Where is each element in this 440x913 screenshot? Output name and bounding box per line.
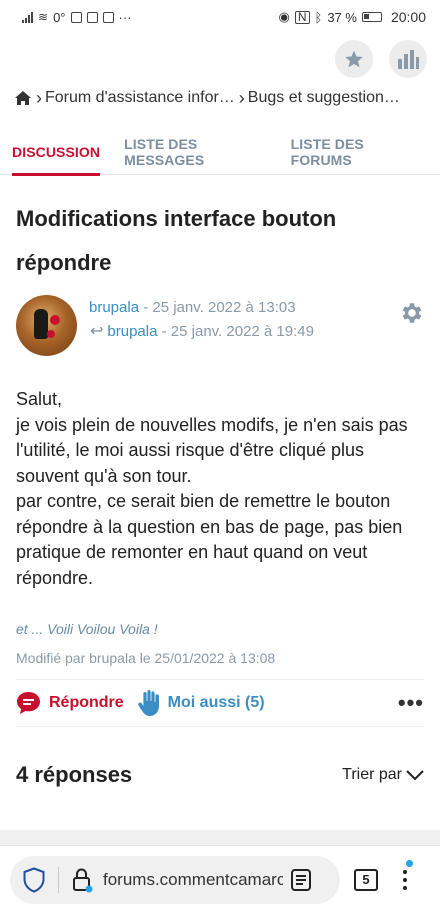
reply-arrow-icon: ↩ [90, 323, 104, 340]
battery-icon [361, 12, 382, 22]
tab-bar: DISCUSSION LISTE DES MESSAGES LISTE DES … [0, 129, 440, 176]
lock-icon[interactable] [71, 867, 93, 893]
sort-label: Trier par [342, 766, 402, 783]
chevron-down-icon [406, 770, 424, 781]
post-date: - 25 janv. 2022 à 13:03 [143, 299, 296, 316]
author-link[interactable]: brupala [89, 299, 139, 316]
bar-chart-icon [398, 50, 419, 69]
reader-mode-icon[interactable] [291, 868, 311, 891]
tab-discussion[interactable]: DISCUSSION [12, 129, 101, 176]
stats-button[interactable] [389, 40, 427, 78]
address-bar[interactable]: forums.commentcamarche.net [10, 855, 340, 904]
me-too-button[interactable]: Moi aussi (5) [137, 690, 265, 716]
post-signature: et ... Voili Voilou Voila ! [16, 621, 158, 637]
browser-menu-icon[interactable] [402, 859, 413, 892]
breadcrumb: › Forum d'assistance infor… › Bugs et su… [0, 84, 440, 112]
post-paragraph: Salut, [16, 389, 63, 409]
answers-header: 4 réponses Trier par [0, 727, 440, 788]
notification-dot [406, 859, 413, 867]
status-bar: ≋ 0° ··· ◉ N ᛒ 37 % 20:00 [0, 0, 440, 34]
post-paragraph: par contre, ce serait bien de remettre l… [16, 491, 403, 588]
reply-button[interactable]: Répondre [16, 691, 124, 715]
hand-icon [137, 690, 159, 716]
sort-dropdown[interactable]: Trier par [342, 766, 424, 784]
mail-icon-2 [102, 11, 114, 23]
signal-icon [22, 11, 33, 23]
status-left: ≋ 0° ··· [22, 10, 132, 25]
eye-icon: ◉ [278, 9, 290, 24]
chevron-right-icon: › [238, 87, 245, 108]
post-author-block: brupala - 25 janv. 2022 à 13:03 ↩ brupala… [0, 285, 440, 356]
me-too-label: Moi aussi (5) [167, 694, 265, 711]
top-actions [0, 34, 440, 84]
more-notifications: ··· [118, 9, 132, 25]
url-text[interactable]: forums.commentcamarche.net [103, 870, 283, 890]
post-body: Salut, je vois plein de nouvelles modifs… [0, 351, 440, 591]
wifi-icon: ≋ [38, 10, 49, 24]
clock: 20:00 [390, 9, 426, 25]
more-options-icon[interactable]: ••• [398, 690, 424, 716]
shield-icon[interactable] [22, 866, 46, 893]
star-icon [345, 50, 363, 68]
gear-icon[interactable] [398, 300, 424, 326]
tab-message-list[interactable]: LISTE DES MESSAGES [124, 129, 266, 175]
speech-bubble-icon [17, 692, 40, 714]
temperature: 0° [53, 9, 66, 25]
tab-count-button[interactable]: 5 [354, 868, 378, 891]
post-actions: Répondre Moi aussi (5) ••• [16, 679, 424, 727]
post-modified-note: Modifié par brupala le 25/01/2022 à 13:0… [16, 650, 276, 666]
battery-percent: 37 % [327, 9, 357, 25]
breadcrumb-item-forum[interactable]: Forum d'assistance infor… [45, 89, 235, 107]
mail-icon [86, 11, 98, 23]
breadcrumb-item-category[interactable]: Bugs et suggestion… [248, 89, 400, 107]
bluetooth-icon: ᛒ [314, 9, 323, 25]
reply-label: Répondre [49, 694, 124, 711]
post-paragraph: je vois plein de nouvelles modifs, je n'… [16, 414, 408, 486]
tab-forum-list[interactable]: LISTE DES FORUMS [291, 129, 416, 175]
qr-icon [70, 11, 82, 23]
nfc-icon: N [294, 10, 310, 24]
avatar[interactable] [16, 295, 77, 356]
chevron-right-icon: › [36, 87, 42, 108]
status-right: ◉ N ᛒ 37 % 20:00 [278, 9, 426, 25]
browser-toolbar: forums.commentcamarche.net 5 [0, 845, 440, 913]
last-reply-date: - 25 janv. 2022 à 19:49 [161, 323, 314, 340]
answers-count: 4 réponses [16, 762, 133, 787]
home-icon[interactable] [14, 90, 32, 106]
favorite-button[interactable] [335, 40, 373, 78]
address-divider [58, 866, 59, 893]
last-reply-author-link[interactable]: brupala [107, 323, 157, 340]
post-meta: brupala - 25 janv. 2022 à 13:03 ↩ brupala… [89, 295, 314, 344]
post-title: Modifications interface bouton répondre [16, 206, 337, 275]
